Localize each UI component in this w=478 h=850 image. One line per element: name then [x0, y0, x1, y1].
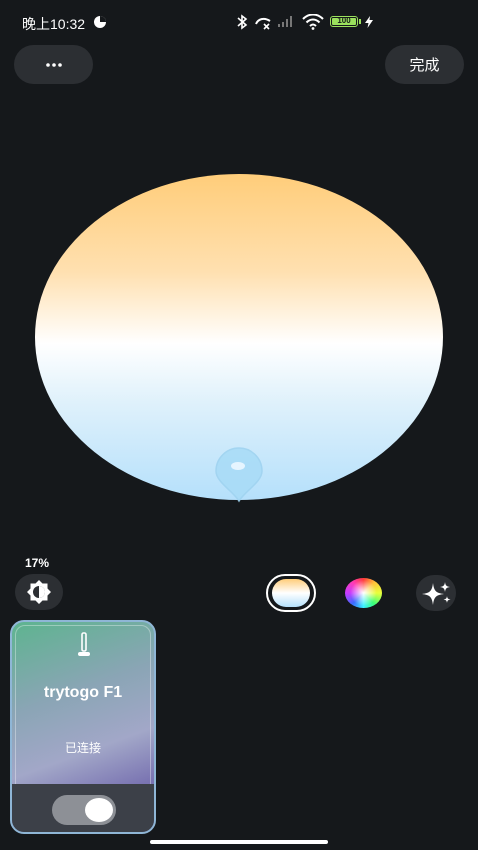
device-card[interactable]: trytogo F1 已连接 — [10, 620, 156, 834]
brightness-button[interactable] — [15, 574, 63, 610]
sparkle-icon — [422, 582, 451, 605]
white-temperature-swatch — [272, 579, 310, 607]
home-indicator[interactable] — [150, 840, 328, 844]
charging-icon — [365, 16, 373, 28]
status-bar: 晚上10:32 100 — [0, 0, 478, 34]
done-button[interactable]: 完成 — [385, 45, 464, 84]
device-card-footer — [12, 784, 154, 832]
brightness-value: 17% — [25, 556, 50, 570]
bluetooth-icon — [237, 14, 248, 30]
color-mode-button[interactable] — [345, 578, 382, 608]
device-name: trytogo F1 — [43, 684, 123, 701]
notification-icon — [94, 16, 106, 28]
power-toggle-knob — [85, 798, 113, 822]
lamp-icon — [78, 632, 90, 656]
white-temperature-mode-button[interactable] — [266, 574, 316, 612]
color-picker-handle[interactable] — [213, 447, 265, 503]
wifi-icon — [302, 14, 324, 30]
brightness-icon — [27, 580, 51, 604]
effects-mode-button[interactable] — [416, 575, 456, 611]
device-status: 已连接 — [64, 741, 101, 755]
power-toggle[interactable] — [52, 795, 116, 825]
signal-icon — [278, 16, 292, 27]
status-time: 晚上10:32 — [22, 16, 86, 32]
more-icon — [45, 62, 62, 67]
battery-level: 100 — [337, 16, 351, 25]
call-icon — [255, 17, 271, 30]
more-button[interactable] — [14, 45, 93, 84]
battery-icon: 100 — [330, 16, 358, 27]
